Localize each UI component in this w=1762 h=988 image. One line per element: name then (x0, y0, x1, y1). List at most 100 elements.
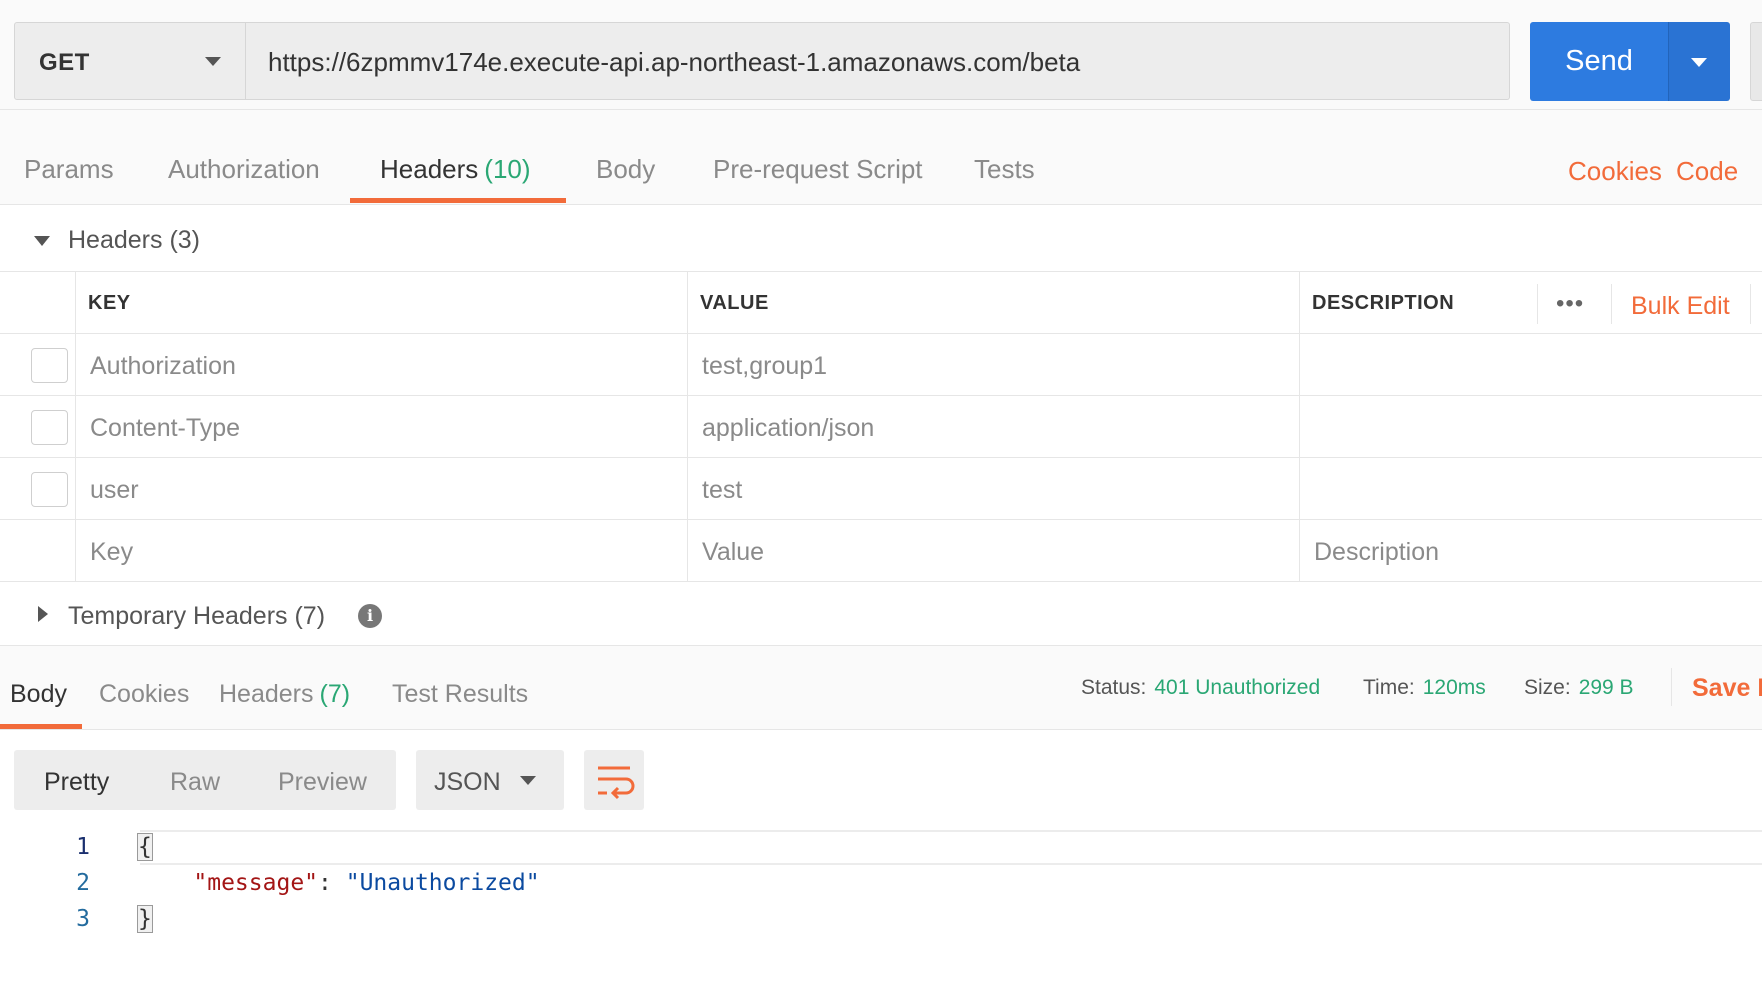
response-body-editor[interactable]: 1 { 2 "message": "Unauthorized" 3 } (0, 830, 1762, 988)
tab-body[interactable]: Body (596, 154, 655, 185)
time-value: 120ms (1422, 676, 1486, 699)
view-pretty-button[interactable]: Pretty (44, 768, 109, 797)
active-tab-indicator (0, 724, 82, 729)
response-bar: Body Cookies Headers (7) Test Results Sta… (0, 646, 1762, 730)
save-response-button[interactable]: Save R (1692, 674, 1762, 703)
column-header-value: VALUE (687, 272, 1299, 334)
description-placeholder: Description (1314, 538, 1440, 566)
tab-label: Tests (974, 154, 1035, 184)
chevron-down-icon (520, 776, 536, 785)
size-label: Size: (1524, 676, 1571, 699)
divider (1671, 668, 1672, 706)
description-input[interactable]: Description (1299, 520, 1762, 582)
tab-label: Headers (380, 154, 479, 184)
bulk-edit-button[interactable]: Bulk Edit (1631, 292, 1730, 321)
column-label: VALUE (700, 292, 769, 314)
wrap-lines-button[interactable] (584, 750, 644, 810)
value-cell[interactable]: test,group1 (687, 334, 1299, 396)
view-raw-button[interactable]: Raw (170, 768, 220, 797)
info-icon[interactable]: i (358, 604, 382, 628)
json-key: "message" (193, 870, 319, 896)
more-options-icon[interactable]: ••• (1556, 290, 1584, 318)
key-cell[interactable]: user (75, 458, 687, 520)
tab-authorization[interactable]: Authorization (168, 154, 320, 185)
key-input[interactable]: Key (75, 520, 687, 582)
row-enable-checkbox[interactable] (31, 348, 68, 383)
status-value: 401 Unauthorized (1154, 676, 1321, 699)
value-text: application/json (702, 414, 875, 442)
key-placeholder: Key (90, 538, 134, 566)
value-text: test (702, 476, 743, 504)
json-value: "Unauthorized" (345, 870, 540, 896)
active-tab-indicator (350, 198, 566, 203)
divider (1750, 284, 1751, 324)
table-row: Authorization test,group1 (0, 334, 1762, 396)
key-cell[interactable]: Authorization (75, 334, 687, 396)
headers-section-header[interactable]: Headers (3) (0, 206, 1762, 272)
time-label: Time: (1363, 676, 1415, 699)
code-link[interactable]: Code (1676, 156, 1738, 187)
current-line-highlight (140, 830, 1762, 865)
tab-params[interactable]: Params (24, 154, 114, 185)
row-enable-checkbox[interactable] (31, 410, 68, 445)
format-label: JSON (434, 768, 501, 796)
view-mode-segmented-control: Pretty Raw Preview (14, 750, 396, 810)
key-cell[interactable]: Content-Type (75, 396, 687, 458)
key-text: Authorization (90, 352, 236, 380)
send-options-button[interactable] (1668, 22, 1730, 101)
size-value: 299 B (1578, 676, 1634, 699)
url-text: https://6zpmmv174e.execute-api.ap-northe… (268, 47, 1081, 77)
divider (1537, 284, 1538, 324)
request-bar: GET https://6zpmmv174e.execute-api.ap-no… (0, 0, 1762, 110)
json-separator: : (318, 870, 346, 896)
cookies-link[interactable]: Cookies (1568, 156, 1662, 187)
new-header-row: Key Value Description (0, 520, 1762, 582)
response-tab-test-results[interactable]: Test Results (392, 680, 528, 709)
tab-tests[interactable]: Tests (974, 154, 1035, 185)
column-header-description: DESCRIPTION (1299, 272, 1539, 334)
request-tabs: Params Authorization Headers (10) Body Pr… (0, 110, 1762, 205)
tab-label: Body (596, 154, 656, 184)
description-cell[interactable] (1299, 334, 1762, 396)
wrap-lines-icon (598, 766, 635, 800)
method-select[interactable]: GET (14, 22, 246, 100)
table-row: user test (0, 458, 1762, 520)
send-button[interactable]: Send (1530, 22, 1668, 101)
response-tab-headers[interactable]: Headers (7) (219, 680, 350, 709)
key-text: Content-Type (90, 414, 241, 442)
chevron-down-icon (1691, 58, 1707, 67)
line-number: 3 (76, 906, 90, 932)
view-preview-button[interactable]: Preview (278, 768, 367, 797)
temporary-headers-title: Temporary Headers (7) (68, 602, 326, 630)
response-tab-body[interactable]: Body (10, 680, 67, 709)
tab-label: Pre-request Script (713, 154, 923, 184)
brace: } (137, 905, 153, 933)
tab-count: (7) (319, 680, 351, 708)
description-cell[interactable] (1299, 458, 1762, 520)
temporary-headers-header[interactable]: Temporary Headers (7) i (0, 582, 1762, 646)
divider (1611, 284, 1612, 324)
tab-count: (10) (484, 154, 531, 184)
method-label: GET (39, 49, 90, 76)
response-tab-cookies[interactable]: Cookies (99, 680, 189, 709)
description-cell[interactable] (1299, 396, 1762, 458)
key-text: user (90, 476, 139, 504)
value-cell[interactable]: application/json (687, 396, 1299, 458)
response-view-toolbar: Pretty Raw Preview JSON (0, 730, 1762, 830)
tab-pre-request-script[interactable]: Pre-request Script (713, 154, 923, 185)
time-readout: Time: 120ms (1363, 676, 1486, 700)
tab-label: Params (24, 154, 114, 184)
code-line: { (137, 833, 153, 861)
value-cell[interactable]: test (687, 458, 1299, 520)
save-button[interactable] (1750, 22, 1762, 101)
tab-label: Body (10, 680, 67, 708)
column-header-key: KEY (75, 272, 687, 334)
value-input[interactable]: Value (687, 520, 1299, 582)
row-enable-checkbox[interactable] (31, 472, 68, 507)
format-select[interactable]: JSON (416, 750, 564, 810)
column-label: DESCRIPTION (1312, 292, 1455, 314)
chevron-down-icon (205, 57, 221, 66)
expand-triangle-icon (38, 606, 48, 622)
url-input[interactable]: https://6zpmmv174e.execute-api.ap-northe… (246, 22, 1510, 100)
tab-headers[interactable]: Headers (10) (380, 154, 531, 185)
